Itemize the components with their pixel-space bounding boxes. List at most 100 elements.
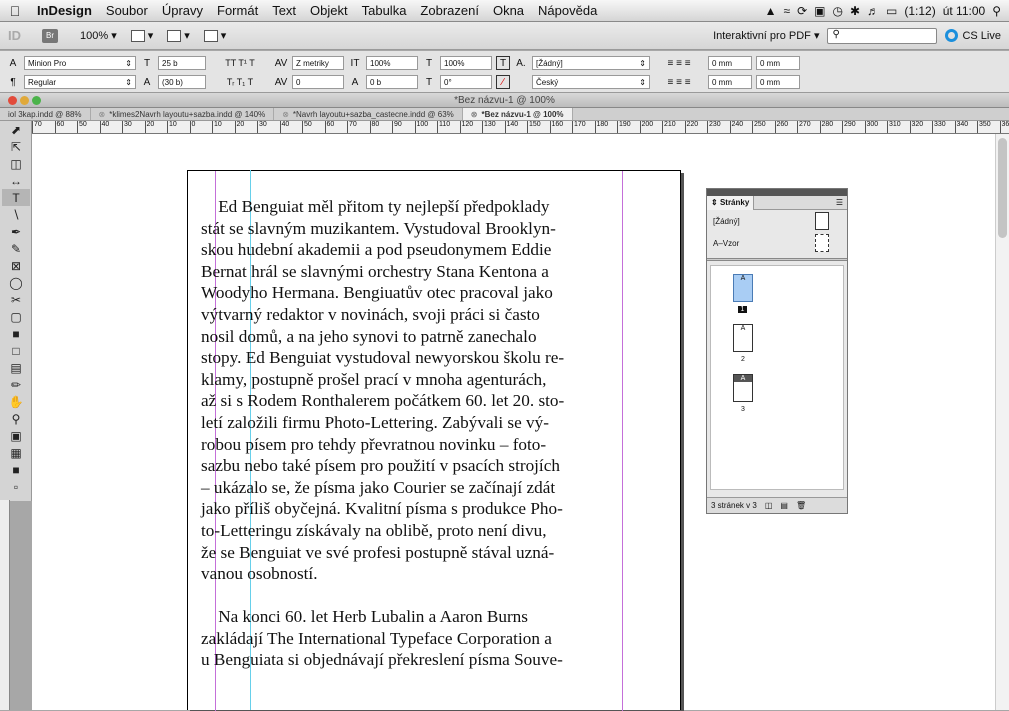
char-style-select[interactable]: [Žádný]⇕ <box>532 56 650 70</box>
selection-tool-icon[interactable]: ⬈ <box>2 121 30 138</box>
display-icon[interactable]: ▣ <box>814 4 825 18</box>
tab-document-4[interactable]: ⊗*Bez názvu-1 @ 100% <box>463 108 573 120</box>
arrange-documents-button[interactable]: ▾ <box>204 29 227 42</box>
direct-selection-tool-icon[interactable]: ⇱ <box>2 138 30 155</box>
pencil-tool-icon[interactable]: ✎ <box>2 240 30 257</box>
text-fill-icon[interactable]: T <box>496 56 510 70</box>
tracking-field[interactable]: 0 <box>292 75 344 89</box>
gradient-tool-icon[interactable]: ■ <box>2 325 30 342</box>
volume-icon[interactable]: ♬ <box>867 4 879 18</box>
character-mode-icon[interactable]: A <box>6 56 20 70</box>
workspace-switcher[interactable]: Interaktivní pro PDF ▾ <box>713 29 819 42</box>
close-tab-icon[interactable]: ⊗ <box>471 110 478 119</box>
menu-okna[interactable]: Okna <box>486 3 531 18</box>
font-size-field[interactable]: 25 b <box>158 56 206 70</box>
scrollbar-thumb[interactable] <box>998 138 1007 238</box>
tab-pages[interactable]: ⇕ Stránky <box>707 196 754 210</box>
page-thumbnail-3[interactable]: A <box>733 374 753 402</box>
language-select[interactable]: Český⇕ <box>532 75 650 89</box>
cs-live-button[interactable]: CS Live <box>945 29 1001 42</box>
vscale-field[interactable]: 100% <box>366 56 418 70</box>
gradient-feather-tool-icon[interactable]: □ <box>2 342 30 359</box>
hscale-field[interactable]: 100% <box>440 56 492 70</box>
type-tool-icon[interactable]: T <box>2 189 30 206</box>
ellipse-tool-icon[interactable]: ◯ <box>2 274 30 291</box>
text-frame[interactable]: Ed Benguiat měl přitom ty nejlepší předp… <box>201 196 641 671</box>
caps-buttons[interactable]: TT T¹ T <box>210 56 270 70</box>
page-tool-icon[interactable]: ◫ <box>2 155 30 172</box>
menu-format[interactable]: Formát <box>210 3 265 18</box>
timemachine-icon[interactable]: ◷ <box>832 4 842 18</box>
adobe-icon[interactable]: ▲ <box>765 4 777 18</box>
indent-last-field[interactable]: 0 mm <box>756 75 800 89</box>
line-tool-icon[interactable]: ∖ <box>2 206 30 223</box>
note-tool-icon[interactable]: ▤ <box>2 359 30 376</box>
indent-left-field[interactable]: 0 mm <box>708 56 752 70</box>
spotlight-icon[interactable]: ⚲ <box>992 4 1001 18</box>
tab-document-3[interactable]: ⊗*Navrh layoutu+sazba_castecne.indd @ 63… <box>274 108 463 120</box>
clock[interactable]: út 11:00 <box>943 4 985 18</box>
menu-tabulka[interactable]: Tabulka <box>355 3 414 18</box>
bluetooth-icon[interactable]: ✱ <box>850 4 860 18</box>
tab-document-2[interactable]: ⊗*klimes2Navrh layoutu+sazba.indd @ 140% <box>91 108 275 120</box>
vertical-ruler[interactable] <box>0 500 10 710</box>
search-input[interactable]: ⚲ <box>827 28 937 44</box>
align-buttons-bottom[interactable]: ≡ ≡ ≡ <box>654 75 704 89</box>
screen-mode-tool-icon[interactable]: ▫ <box>2 478 30 495</box>
apple-icon[interactable]:  <box>0 3 30 19</box>
eyedropper-tool-icon[interactable]: ✏ <box>2 376 30 393</box>
new-page-icon[interactable]: ▤ <box>780 501 788 510</box>
close-tab-icon[interactable]: ⊗ <box>99 110 106 119</box>
panel-divider[interactable] <box>707 258 847 261</box>
page-thumbnail-2[interactable]: A <box>733 324 753 352</box>
screen-mode-button[interactable]: ▾ <box>167 29 190 42</box>
font-style-select[interactable]: Regular⇕ <box>24 75 136 89</box>
menu-upravy[interactable]: Úpravy <box>155 3 210 18</box>
menu-objekt[interactable]: Objekt <box>303 3 355 18</box>
free-transform-tool-icon[interactable]: ▢ <box>2 308 30 325</box>
delete-page-icon[interactable]: 🗑 <box>796 501 806 510</box>
zoom-tool-icon[interactable]: ⚲ <box>2 410 30 427</box>
view-options-button[interactable]: ▾ <box>131 29 154 42</box>
page-size-icon[interactable]: ◫ <box>765 501 773 510</box>
leading-field[interactable]: (30 b) <box>158 75 206 89</box>
apply-color-icon[interactable]: ■ <box>2 461 30 478</box>
menu-text[interactable]: Text <box>265 3 303 18</box>
tab-document-1[interactable]: iol 3kap.indd @ 88% <box>0 108 91 120</box>
menu-napoveda[interactable]: Nápověda <box>531 3 604 18</box>
vertical-scrollbar[interactable] <box>995 134 1009 710</box>
bridge-button[interactable]: Br <box>42 29 58 43</box>
menu-zobrazeni[interactable]: Zobrazení <box>413 3 486 18</box>
paragraph-mode-icon[interactable]: ¶ <box>6 75 20 89</box>
hand-tool-icon[interactable]: ✋ <box>2 393 30 410</box>
panel-menu-icon[interactable]: ☰ <box>836 198 847 207</box>
formatting-affects-icon[interactable]: ▦ <box>2 444 30 461</box>
font-family-select[interactable]: Minion Pro⇕ <box>24 56 136 70</box>
fill-stroke-icon[interactable]: ▣ <box>2 427 30 444</box>
rectangle-frame-tool-icon[interactable]: ⊠ <box>2 257 30 274</box>
horizontal-ruler[interactable]: 7060504030201001020304050607080901001101… <box>32 121 1009 134</box>
align-buttons-top[interactable]: ≡ ≡ ≡ <box>654 56 704 70</box>
page-thumbnail-1[interactable]: A <box>733 274 753 302</box>
indent-first-field[interactable]: 0 mm <box>708 75 752 89</box>
scissors-tool-icon[interactable]: ✂ <box>2 291 30 308</box>
baseline-field[interactable]: 0 b <box>366 75 418 89</box>
master-none[interactable]: [Žádný] <box>707 210 847 232</box>
master-a[interactable]: A–Vzor <box>707 232 847 254</box>
menu-app[interactable]: InDesign <box>30 3 99 18</box>
sync-icon[interactable]: ⟳ <box>797 4 807 18</box>
indent-right-field[interactable]: 0 mm <box>756 56 800 70</box>
sub-super-buttons[interactable]: Tᵣ T₁ T <box>210 75 270 89</box>
skew-field[interactable]: 0° <box>440 75 492 89</box>
menu-soubor[interactable]: Soubor <box>99 3 155 18</box>
stroke-none-icon[interactable]: ∕ <box>496 75 510 89</box>
document-tabs: iol 3kap.indd @ 88% ⊗*klimes2Navrh layou… <box>0 108 1009 121</box>
close-tab-icon[interactable]: ⊗ <box>282 110 289 119</box>
zoom-select[interactable]: 100% ▾ <box>80 29 117 42</box>
battery-time[interactable]: (1:12) <box>904 4 935 18</box>
pen-tool-icon[interactable]: ✒ <box>2 223 30 240</box>
battery-icon[interactable]: ▭ <box>886 4 897 18</box>
kerning-field[interactable]: Z metriky <box>292 56 344 70</box>
wifi-icon[interactable]: ≈ <box>783 4 790 18</box>
gap-tool-icon[interactable]: ↔ <box>2 172 30 189</box>
